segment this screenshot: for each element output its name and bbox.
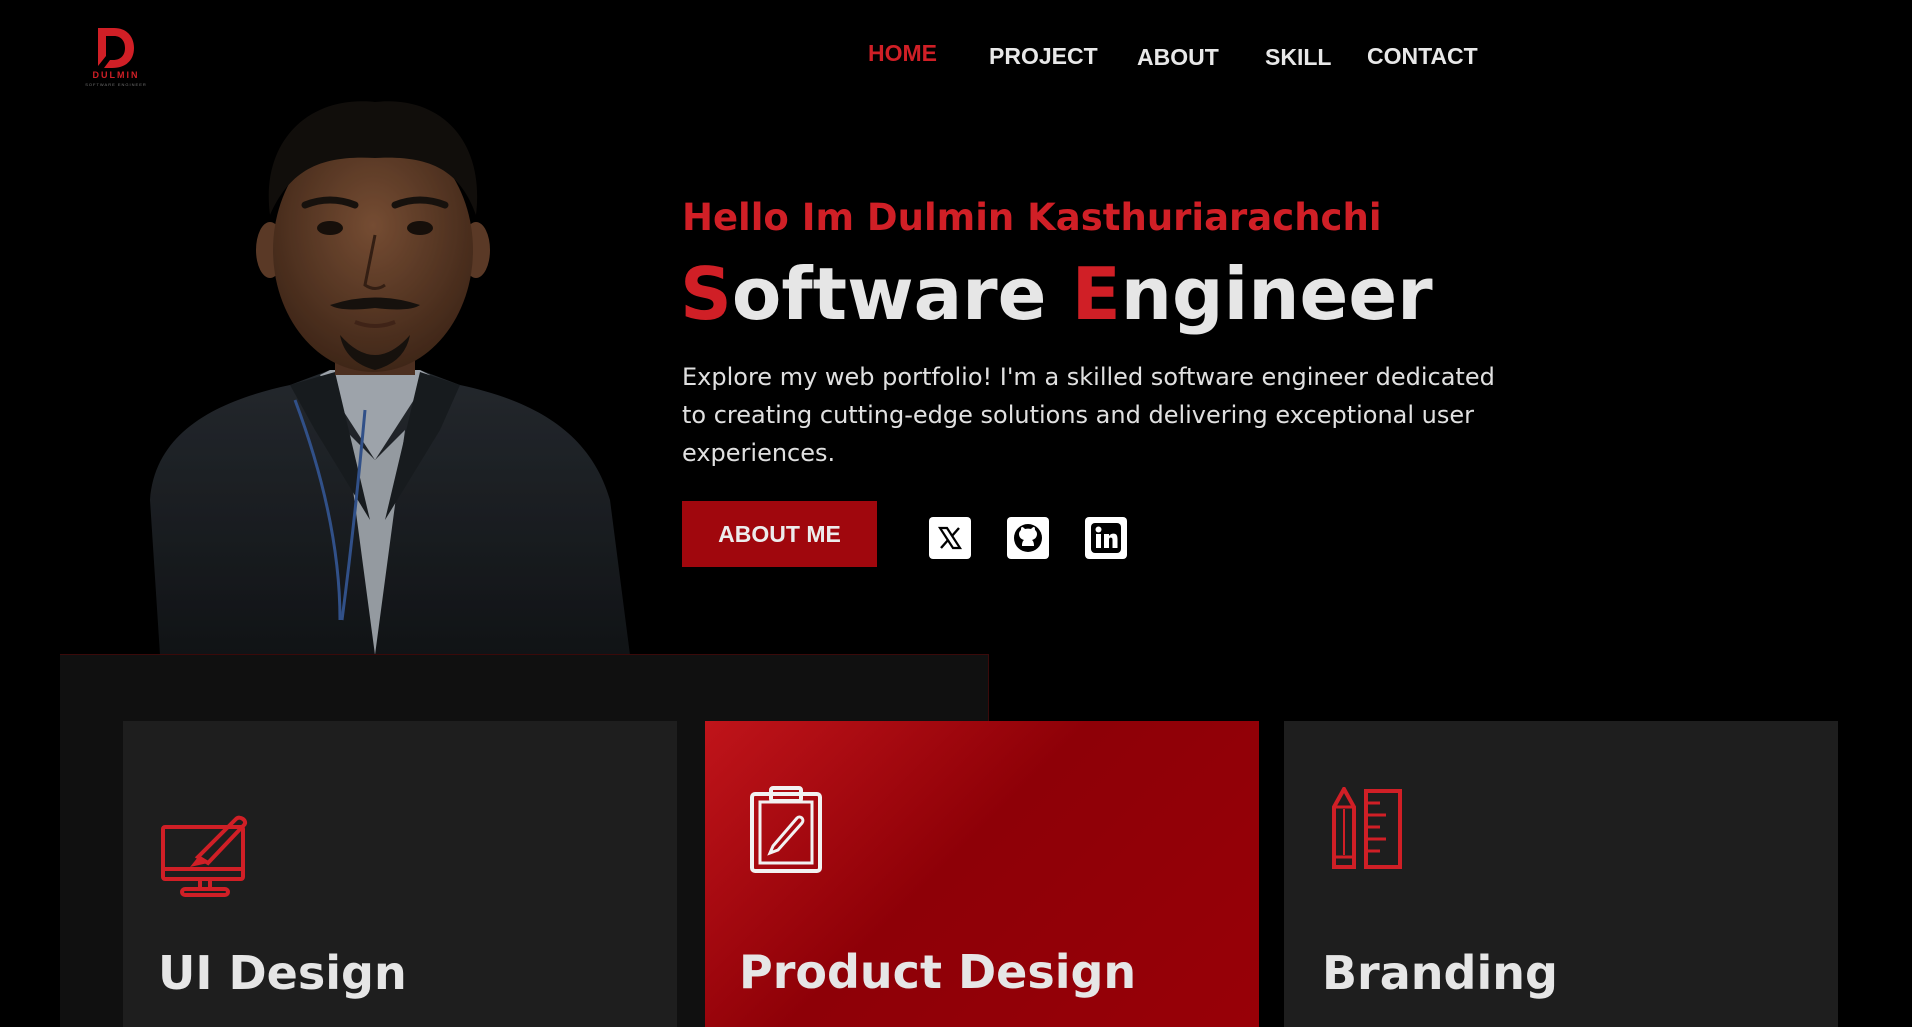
profile-photo	[140, 100, 640, 655]
service-title: Product Design	[739, 945, 1137, 999]
service-card-product-design[interactable]: Product Design	[705, 721, 1259, 1027]
title-word1-rest: oftware	[731, 252, 1072, 336]
logo[interactable]: DULMIN SOFTWARE ENGINEER	[82, 26, 150, 88]
monitor-brush-icon	[161, 815, 247, 897]
title-accent-s: S	[680, 252, 732, 336]
hero-description: Explore my web portfolio! I'm a skilled …	[682, 363, 1495, 467]
service-card-ui-design[interactable]: UI Design	[123, 721, 677, 1027]
logo-name: DULMIN	[92, 70, 140, 80]
nav-contact[interactable]: CONTACT	[1367, 43, 1478, 70]
title-accent-e: E	[1071, 252, 1121, 336]
portfolio-page: DULMIN SOFTWARE ENGINEER HOME PROJECT AB…	[0, 0, 1912, 1027]
nav-home[interactable]: HOME	[868, 40, 937, 67]
nav-project[interactable]: PROJECT	[989, 43, 1098, 70]
clipboard-pencil-icon	[750, 786, 822, 873]
github-icon[interactable]	[1007, 517, 1049, 559]
logo-tagline: SOFTWARE ENGINEER	[85, 82, 147, 87]
title-word2-rest: ngineer	[1120, 252, 1433, 336]
hero-greeting: Hello Im Dulmin Kasthuriarachchi	[682, 196, 1382, 239]
service-card-branding[interactable]: Branding	[1284, 721, 1838, 1027]
nav-about[interactable]: ABOUT	[1137, 44, 1219, 71]
about-me-button[interactable]: ABOUT ME	[682, 501, 877, 567]
nav-skill[interactable]: SKILL	[1265, 44, 1331, 71]
service-title: Branding	[1322, 946, 1558, 1000]
hero-title: Software Engineer	[680, 252, 1433, 336]
logo-d-icon	[98, 28, 134, 68]
x-icon[interactable]	[929, 517, 971, 559]
pencil-ruler-icon	[1332, 787, 1402, 869]
linkedin-icon[interactable]	[1085, 517, 1127, 559]
service-title: UI Design	[158, 946, 407, 1000]
